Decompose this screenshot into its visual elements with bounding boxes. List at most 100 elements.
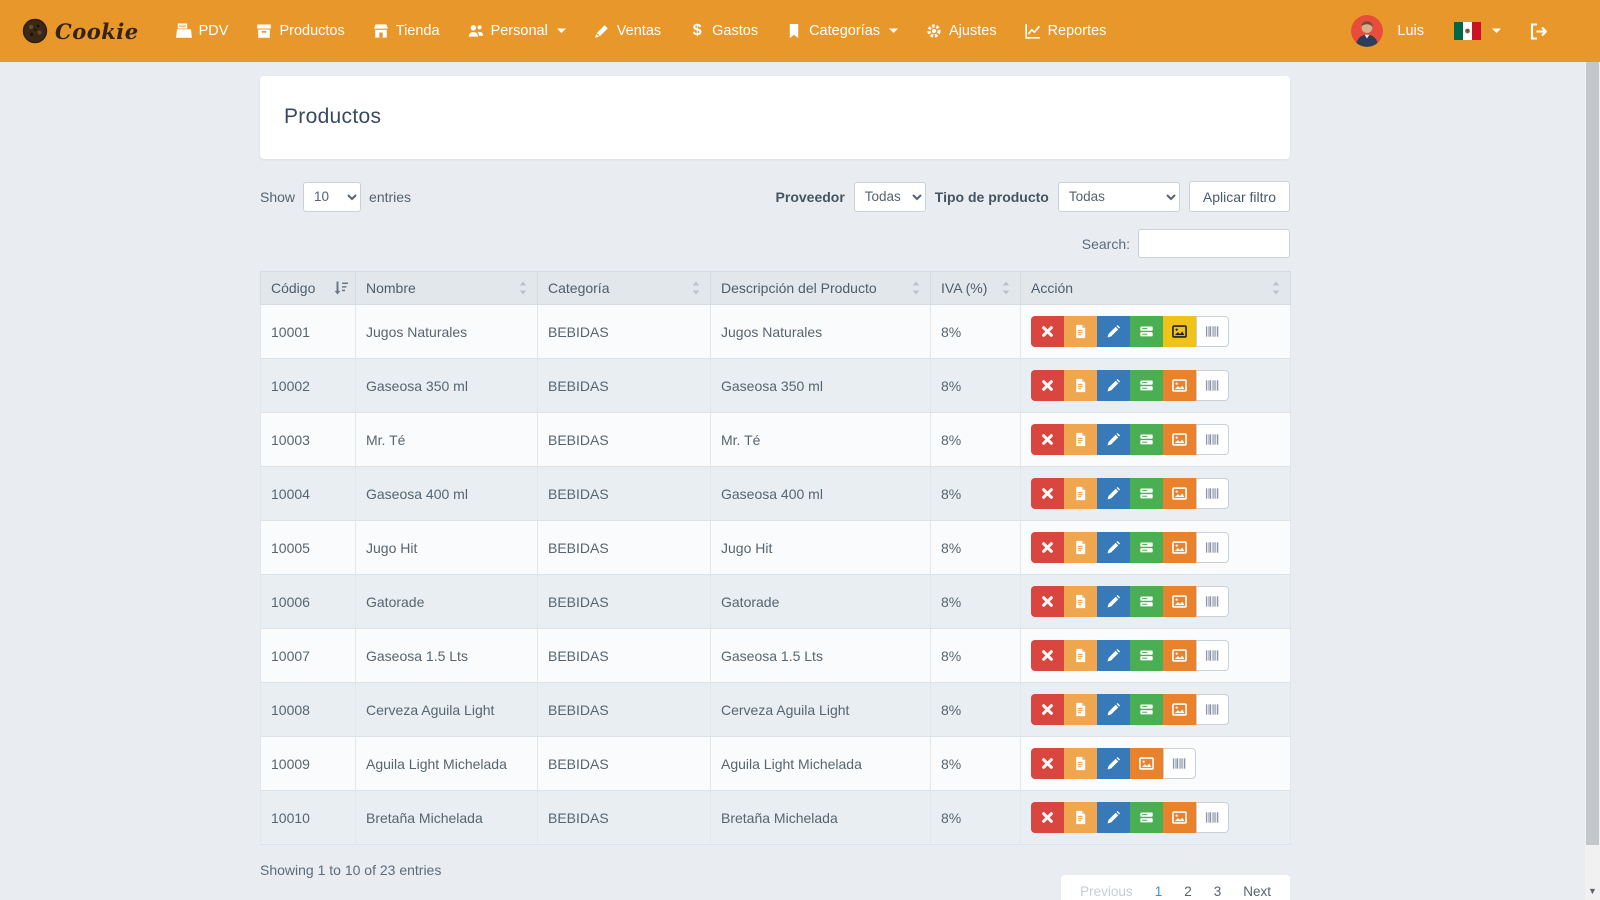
delete-button[interactable] <box>1031 532 1064 563</box>
edit-button[interactable] <box>1097 532 1130 563</box>
nav-item-tienda[interactable]: Tienda <box>362 15 451 47</box>
barcode-button[interactable] <box>1196 586 1229 617</box>
image-button[interactable] <box>1163 694 1196 725</box>
edit-button[interactable] <box>1097 640 1130 671</box>
vertical-scrollbar[interactable]: ▼ <box>1585 62 1600 900</box>
pagination-next[interactable]: Next <box>1234 881 1280 900</box>
delete-button[interactable] <box>1031 424 1064 455</box>
edit-button[interactable] <box>1097 802 1130 833</box>
file-button[interactable] <box>1064 586 1097 617</box>
image-button[interactable] <box>1163 478 1196 509</box>
apply-filter-button[interactable]: Aplicar filtro <box>1189 181 1290 212</box>
delete-button[interactable] <box>1031 370 1064 401</box>
user-name[interactable]: Luis <box>1397 23 1424 39</box>
nav-item-gastos[interactable]: $Gastos <box>678 15 769 47</box>
language-selector[interactable] <box>1454 22 1501 40</box>
image-button[interactable] <box>1163 424 1196 455</box>
proveedor-select[interactable]: Todas <box>854 182 926 212</box>
scrollbar-down-arrow[interactable]: ▼ <box>1585 886 1600 896</box>
page-length-select[interactable]: 10 <box>303 182 361 212</box>
nav-item-pdv[interactable]: PDV <box>165 15 240 47</box>
scrollbar-thumb[interactable] <box>1586 62 1599 845</box>
money-button[interactable] <box>1130 370 1163 401</box>
file-button[interactable] <box>1064 640 1097 671</box>
pagination-page-2[interactable]: 2 <box>1175 881 1201 900</box>
column-header[interactable]: Categoría <box>538 272 711 305</box>
barcode-button[interactable] <box>1196 370 1229 401</box>
delete-button[interactable] <box>1031 316 1064 347</box>
image-button[interactable] <box>1130 748 1163 779</box>
table-row: 10006GatoradeBEBIDASGatorade8% <box>261 575 1291 629</box>
edit-button[interactable] <box>1097 370 1130 401</box>
delete-button[interactable] <box>1031 694 1064 725</box>
money-button[interactable] <box>1130 532 1163 563</box>
delete-button[interactable] <box>1031 640 1064 671</box>
delete-button[interactable] <box>1031 586 1064 617</box>
barcode-button[interactable] <box>1163 748 1196 779</box>
image-button[interactable] <box>1163 370 1196 401</box>
barcode-button[interactable] <box>1196 694 1229 725</box>
barcode-button[interactable] <box>1196 532 1229 563</box>
nav-item-productos[interactable]: Productos <box>245 15 355 47</box>
column-header[interactable]: Descripción del Producto <box>711 272 931 305</box>
image-button[interactable] <box>1163 802 1196 833</box>
file-button[interactable] <box>1064 424 1097 455</box>
money-button[interactable] <box>1130 640 1163 671</box>
search-input[interactable] <box>1138 229 1290 258</box>
file-button[interactable] <box>1064 748 1097 779</box>
column-header[interactable]: Código <box>261 272 356 305</box>
nav-item-reportes[interactable]: Reportes <box>1014 15 1118 47</box>
nav-item-categorias[interactable]: Categorías <box>775 15 909 47</box>
edit-button[interactable] <box>1097 424 1130 455</box>
tipo-producto-select[interactable]: Todas <box>1058 182 1180 212</box>
column-header[interactable]: Acción <box>1021 272 1291 305</box>
edit-button[interactable] <box>1097 694 1130 725</box>
money-button[interactable] <box>1130 802 1163 833</box>
barcode-button[interactable] <box>1196 640 1229 671</box>
file-button[interactable] <box>1064 478 1097 509</box>
money-button[interactable] <box>1130 586 1163 617</box>
money-button[interactable] <box>1130 316 1163 347</box>
barcode-button[interactable] <box>1196 478 1229 509</box>
file-button[interactable] <box>1064 532 1097 563</box>
edit-button[interactable] <box>1097 586 1130 617</box>
x-icon <box>1040 486 1055 501</box>
edit-button[interactable] <box>1097 748 1130 779</box>
pagination-previous[interactable]: Previous <box>1071 881 1142 900</box>
pagination-page-1[interactable]: 1 <box>1146 881 1172 900</box>
brand[interactable]: Cookie <box>22 18 139 44</box>
image-button[interactable] <box>1163 532 1196 563</box>
nav-item-ventas[interactable]: Ventas <box>583 15 672 47</box>
nav-item-ajustes[interactable]: Ajustes <box>915 15 1008 47</box>
file-button[interactable] <box>1064 802 1097 833</box>
file-button[interactable] <box>1064 316 1097 347</box>
barcode-icon <box>1205 432 1220 447</box>
file-button[interactable] <box>1064 694 1097 725</box>
image-button[interactable] <box>1163 586 1196 617</box>
signout-icon[interactable] <box>1529 22 1548 41</box>
barcode-button[interactable] <box>1196 316 1229 347</box>
avatar[interactable] <box>1351 15 1383 47</box>
cell-codigo: 10005 <box>261 521 356 575</box>
image-button[interactable] <box>1163 316 1196 347</box>
delete-button[interactable] <box>1031 748 1064 779</box>
delete-button[interactable] <box>1031 478 1064 509</box>
edit-button[interactable] <box>1097 316 1130 347</box>
money-icon <box>1139 432 1154 447</box>
barcode-icon <box>1172 756 1187 771</box>
money-button[interactable] <box>1130 424 1163 455</box>
delete-button[interactable] <box>1031 802 1064 833</box>
pagination-page-3[interactable]: 3 <box>1205 881 1231 900</box>
column-header[interactable]: IVA (%) <box>931 272 1021 305</box>
barcode-button[interactable] <box>1196 424 1229 455</box>
money-button[interactable] <box>1130 694 1163 725</box>
money-button[interactable] <box>1130 478 1163 509</box>
image-button[interactable] <box>1163 640 1196 671</box>
column-header[interactable]: Nombre <box>356 272 538 305</box>
barcode-icon <box>1205 648 1220 663</box>
file-button[interactable] <box>1064 370 1097 401</box>
barcode-button[interactable] <box>1196 802 1229 833</box>
sort-icon <box>689 282 703 295</box>
nav-item-personal[interactable]: Personal <box>457 15 577 47</box>
edit-button[interactable] <box>1097 478 1130 509</box>
